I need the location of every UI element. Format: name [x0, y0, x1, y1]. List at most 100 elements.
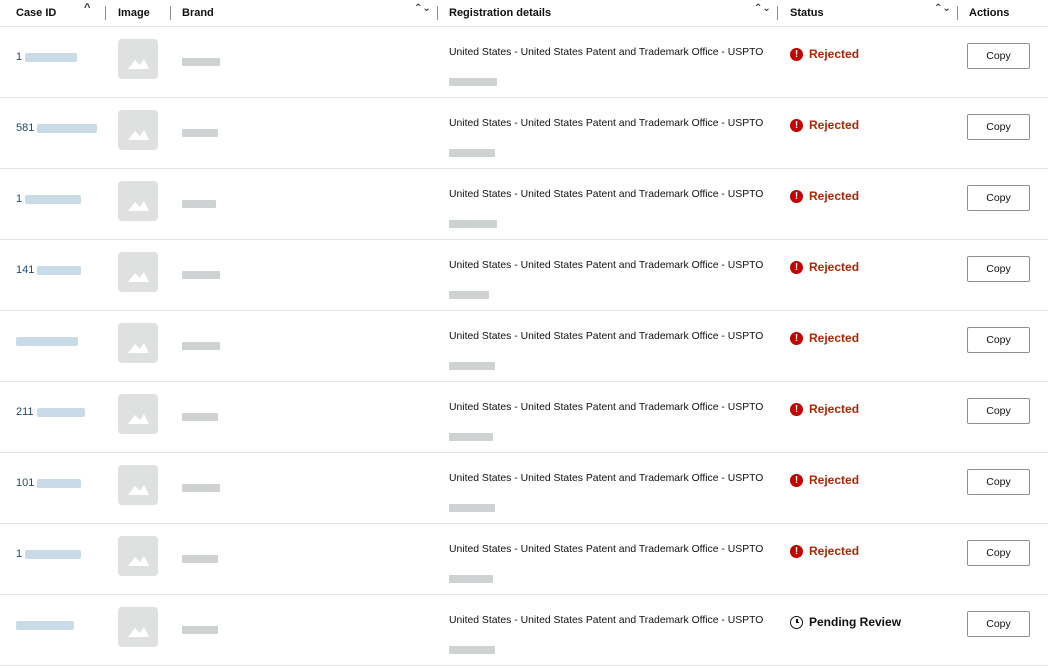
status-badge: Pending Review: [790, 615, 901, 629]
redacted-registration-number: [449, 433, 493, 441]
redacted-registration-number: [449, 78, 497, 86]
table-header: Case ID ^ Image Brand ⌃⌄ Registration de…: [0, 0, 1048, 27]
case-id-link[interactable]: 1: [16, 548, 82, 560]
image-placeholder-icon: [118, 181, 158, 221]
registration-number: [449, 499, 495, 517]
redacted-brand: [182, 200, 216, 208]
status-text: Rejected: [809, 544, 860, 558]
registration-details: United States - United States Patent and…: [449, 118, 764, 129]
status-badge: ! Rejected: [790, 473, 859, 487]
image-placeholder-icon: [118, 394, 158, 434]
registration-details: United States - United States Patent and…: [449, 544, 764, 555]
registration-details: United States - United States Patent and…: [449, 331, 764, 342]
registration-details: United States - United States Patent and…: [449, 402, 764, 413]
exclamation-circle-icon: !: [790, 260, 803, 274]
redacted-case-id: [36, 407, 85, 417]
case-id-text[interactable]: 1: [16, 193, 22, 205]
header-actions: Actions: [969, 7, 1010, 19]
brand-name: [182, 124, 218, 142]
sort-toggle-icon[interactable]: ⌃⌄: [414, 4, 431, 14]
image-placeholder-icon: [118, 323, 158, 363]
registration-details: United States - United States Patent and…: [449, 47, 764, 58]
redacted-case-id: [25, 194, 82, 204]
brand-name: [182, 550, 218, 568]
registration-number: [449, 73, 497, 91]
case-id-text[interactable]: 1: [16, 51, 22, 63]
clock-icon: [790, 615, 803, 629]
image-placeholder-icon: [118, 252, 158, 292]
status-badge: ! Rejected: [790, 118, 859, 132]
redacted-brand: [182, 555, 218, 563]
registration-details: United States - United States Patent and…: [449, 615, 764, 626]
table-row: United States - United States Patent and…: [0, 311, 1048, 382]
case-id-text[interactable]: 211: [16, 406, 34, 418]
table-row: United States - United States Patent and…: [0, 595, 1048, 666]
redacted-brand: [182, 129, 218, 137]
header-brand[interactable]: Brand: [182, 0, 214, 26]
status-text: Rejected: [809, 402, 860, 416]
copy-button[interactable]: Copy: [967, 540, 1030, 566]
column-divider: [105, 6, 106, 20]
case-id-link[interactable]: 101: [16, 477, 82, 489]
redacted-case-id: [37, 123, 98, 133]
header-registration[interactable]: Registration details: [449, 0, 551, 26]
sort-asc-icon[interactable]: ^: [84, 3, 90, 14]
redacted-case-id: [16, 620, 74, 630]
registration-details: United States - United States Patent and…: [449, 189, 764, 200]
case-id-link[interactable]: [16, 335, 78, 347]
header-image: Image: [118, 7, 150, 19]
table-row: 1 United States - United States Patent a…: [0, 27, 1048, 98]
case-id-link[interactable]: [16, 619, 74, 631]
sort-toggle-icon[interactable]: ⌃⌄: [754, 4, 771, 14]
registration-number: [449, 641, 495, 659]
table-row: 1 United States - United States Patent a…: [0, 524, 1048, 595]
image-placeholder-icon: [118, 39, 158, 79]
redacted-registration-number: [449, 291, 489, 299]
case-id-link[interactable]: 1: [16, 51, 78, 63]
case-id-link[interactable]: 1: [16, 193, 82, 205]
copy-button[interactable]: Copy: [967, 327, 1030, 353]
redacted-case-id: [37, 478, 82, 488]
case-id-text[interactable]: 141: [16, 264, 34, 276]
registration-number: [449, 428, 493, 446]
copy-button[interactable]: Copy: [967, 256, 1030, 282]
column-divider: [957, 6, 958, 20]
exclamation-circle-icon: !: [790, 544, 803, 558]
redacted-case-id: [25, 52, 78, 62]
redacted-case-id: [16, 336, 78, 346]
brand-name: [182, 195, 216, 213]
copy-button[interactable]: Copy: [967, 185, 1030, 211]
column-divider: [170, 6, 171, 20]
redacted-case-id: [25, 549, 82, 559]
case-id-link[interactable]: 141: [16, 264, 82, 276]
table-row: 1 United States - United States Patent a…: [0, 169, 1048, 240]
sort-toggle-icon[interactable]: ⌃⌄: [934, 4, 951, 14]
exclamation-circle-icon: !: [790, 402, 803, 416]
copy-button[interactable]: Copy: [967, 469, 1030, 495]
header-case-id[interactable]: Case ID: [16, 0, 56, 26]
registration-number: [449, 286, 489, 304]
status-text: Rejected: [809, 473, 860, 487]
image-placeholder-icon: [118, 607, 158, 647]
status-text: Rejected: [809, 47, 860, 61]
copy-button[interactable]: Copy: [967, 114, 1030, 140]
cases-table: Case ID ^ Image Brand ⌃⌄ Registration de…: [0, 0, 1048, 666]
copy-button[interactable]: Copy: [967, 611, 1030, 637]
case-id-link[interactable]: 211: [16, 406, 85, 418]
case-id-text[interactable]: 1: [16, 548, 22, 560]
case-id-text[interactable]: 101: [16, 477, 34, 489]
brand-name: [182, 337, 220, 355]
registration-number: [449, 144, 495, 162]
header-status[interactable]: Status: [790, 0, 824, 26]
copy-button[interactable]: Copy: [967, 43, 1030, 69]
redacted-brand: [182, 413, 218, 421]
exclamation-circle-icon: !: [790, 331, 803, 345]
case-id-link[interactable]: 581: [16, 122, 98, 134]
case-id-text[interactable]: 581: [16, 122, 34, 134]
status-badge: ! Rejected: [790, 402, 859, 416]
redacted-registration-number: [449, 220, 497, 228]
status-text: Rejected: [809, 118, 860, 132]
copy-button[interactable]: Copy: [967, 398, 1030, 424]
brand-name: [182, 479, 220, 497]
status-badge: ! Rejected: [790, 544, 859, 558]
